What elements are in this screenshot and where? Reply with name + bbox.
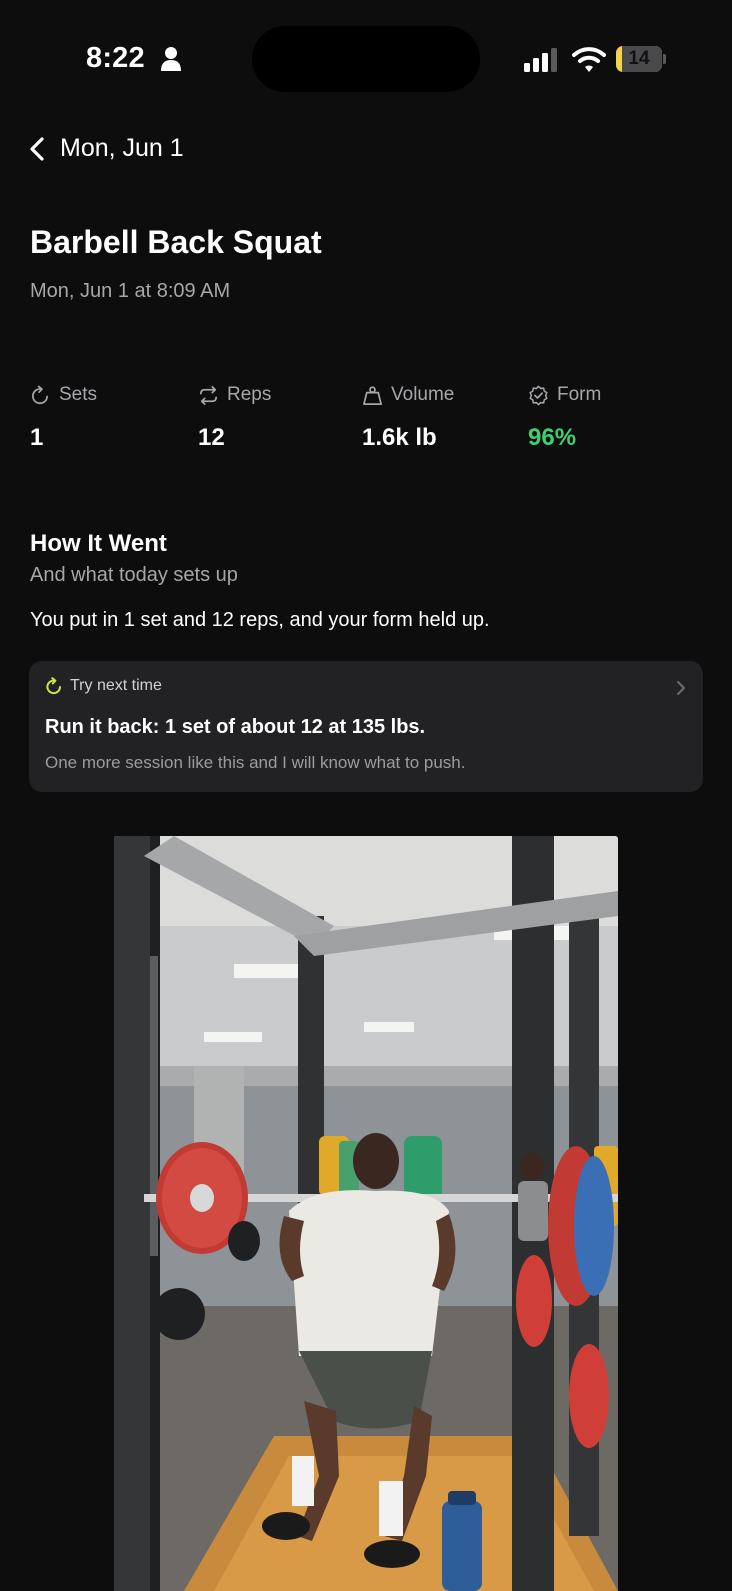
dynamic-island xyxy=(252,26,480,92)
stat-label: Form xyxy=(557,384,602,405)
section-title: How It Went xyxy=(30,530,167,557)
cellular-signal-icon xyxy=(524,48,557,72)
stat-label: Reps xyxy=(227,384,272,405)
stat-label: Sets xyxy=(59,384,98,405)
back-label: Mon, Jun 1 xyxy=(60,134,184,162)
chevron-right-icon xyxy=(677,681,685,695)
stat-value: 1.6k lb xyxy=(362,424,437,451)
stat-value: 96% xyxy=(528,424,577,451)
gym-squat-image xyxy=(114,836,618,1591)
wifi-icon xyxy=(572,47,606,72)
person-icon xyxy=(161,47,181,71)
card-tag-label: Try next time xyxy=(70,677,162,694)
chevron-left-icon xyxy=(30,136,44,161)
stat-value: 12 xyxy=(198,424,225,451)
stat-sets: Sets 1 xyxy=(30,384,97,452)
refresh-icon xyxy=(46,677,61,695)
workout-detail-screen: 8:22 14 Mon, Jun 1 Barbell Back Squat Mo… xyxy=(0,0,732,1591)
back-button[interactable]: Mon, Jun 1 xyxy=(28,134,184,163)
try-next-time-card[interactable]: Try next time Run it back: 1 set of abou… xyxy=(29,661,703,792)
exercise-title: Barbell Back Squat xyxy=(30,224,322,260)
refresh-icon xyxy=(32,385,49,404)
stat-form: Form 96% xyxy=(528,384,601,452)
section-subtitle: And what today sets up xyxy=(30,564,238,586)
summary-text: You put in 1 set and 12 reps, and your f… xyxy=(30,609,490,631)
weight-icon xyxy=(363,385,382,405)
card-note: One more session like this and I will kn… xyxy=(45,753,466,772)
battery-indicator: 14 xyxy=(616,46,666,72)
stat-label: Volume xyxy=(391,384,455,405)
repeat-icon xyxy=(200,385,217,405)
battery-percent: 14 xyxy=(628,48,650,69)
check-badge-icon xyxy=(529,385,548,405)
card-headline: Run it back: 1 set of about 12 at 135 lb… xyxy=(45,716,426,738)
status-time: 8:22 xyxy=(86,42,145,74)
workout-video-thumbnail[interactable] xyxy=(114,836,618,1591)
stat-reps: Reps 12 xyxy=(198,384,271,452)
stat-value: 1 xyxy=(30,424,44,451)
exercise-datetime: Mon, Jun 1 at 8:09 AM xyxy=(30,280,231,302)
stat-volume: Volume 1.6k lb xyxy=(362,384,454,452)
